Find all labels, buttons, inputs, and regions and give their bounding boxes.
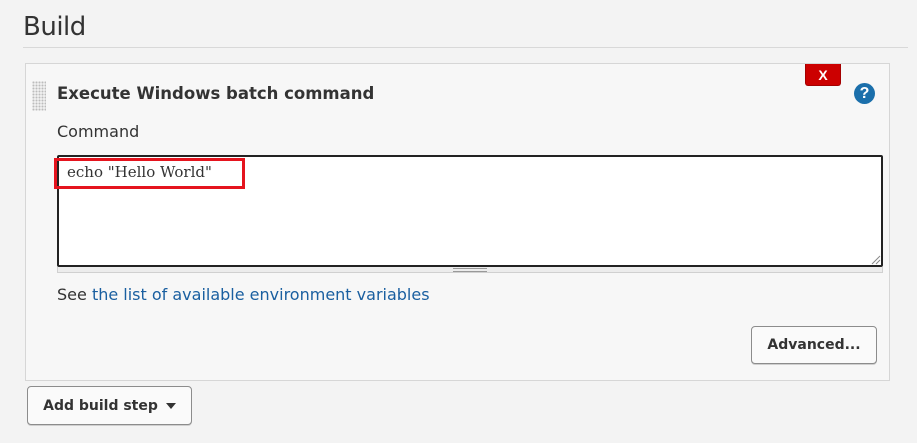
add-build-step-button[interactable]: Add build step bbox=[27, 386, 192, 425]
delete-step-button[interactable]: X bbox=[805, 64, 841, 86]
env-vars-link[interactable]: the list of available environment variab… bbox=[92, 285, 430, 304]
grab-lines-icon bbox=[453, 268, 487, 272]
resize-corner-icon[interactable] bbox=[869, 253, 881, 265]
build-step-title: Execute Windows batch command bbox=[57, 84, 375, 103]
build-step-panel: Execute Windows batch command X ? Comman… bbox=[25, 63, 890, 381]
env-vars-prefix: See bbox=[57, 285, 92, 304]
command-label: Command bbox=[57, 122, 140, 141]
env-vars-help: See the list of available environment va… bbox=[57, 285, 430, 304]
textarea-grab-bar[interactable] bbox=[57, 267, 883, 273]
caret-down-icon bbox=[165, 402, 176, 409]
drag-handle[interactable] bbox=[32, 81, 46, 111]
section-divider bbox=[23, 47, 908, 48]
add-build-step-label: Add build step bbox=[43, 397, 158, 414]
advanced-button[interactable]: Advanced... bbox=[751, 326, 877, 364]
command-textarea[interactable] bbox=[57, 155, 883, 267]
section-title: Build bbox=[23, 12, 86, 42]
help-icon[interactable]: ? bbox=[854, 83, 875, 104]
